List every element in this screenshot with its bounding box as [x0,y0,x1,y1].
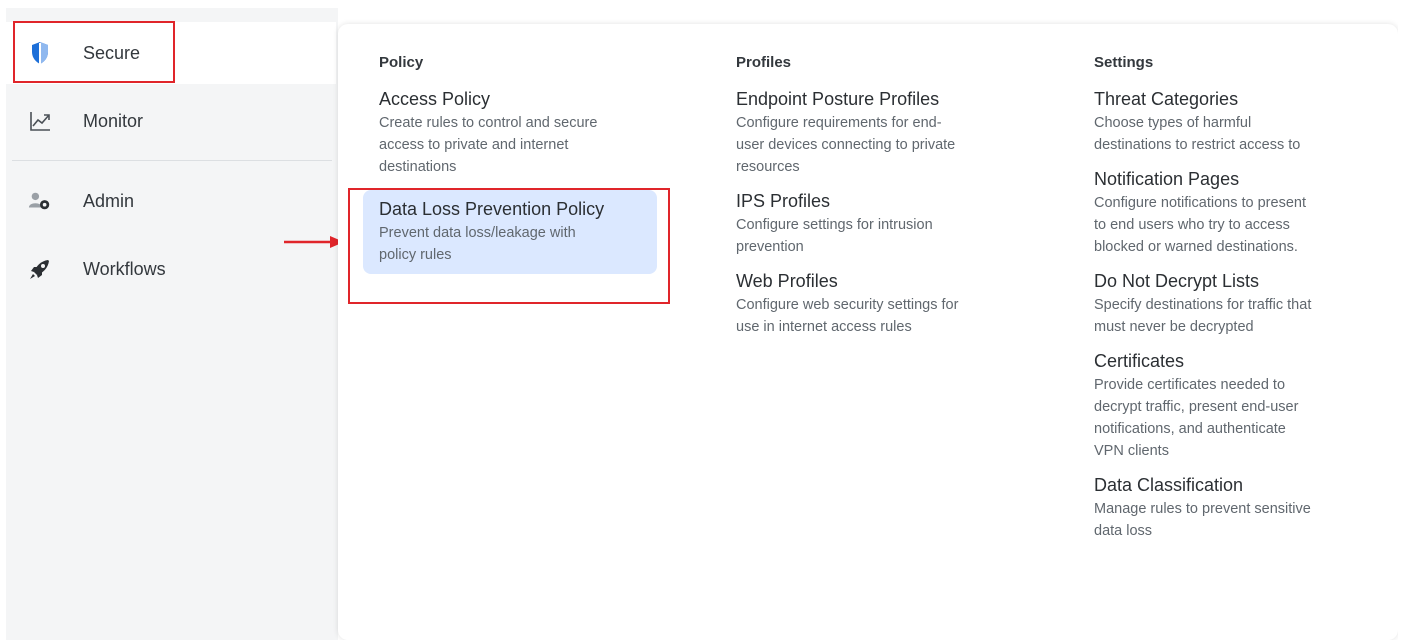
settings-heading: Settings [1094,54,1154,71]
entry-desc: Configure settings for intrusion prevent… [736,217,933,255]
entry-title: Data Classification [1094,475,1244,495]
sidebar-item-admin[interactable]: Admin [6,170,338,232]
notification-pages-link[interactable]: Notification Pages Configure notificatio… [1094,168,1384,258]
secure-menu-panel: Policy Access Policy Create rules to con… [338,24,1398,640]
do-not-decrypt-lists-link[interactable]: Do Not Decrypt Lists Specify destination… [1094,270,1384,338]
entry-title: Access Policy [379,89,491,109]
entry-title: IPS Profiles [736,191,831,211]
entry-desc: Configure web security settings for use … [736,297,959,335]
arrow-right-icon [284,236,344,248]
entry-desc: Choose types of harmful destinations to … [1094,115,1301,153]
ips-profiles-link[interactable]: IPS Profiles Configure settings for intr… [736,190,1046,258]
sidebar-divider [12,160,332,161]
entry-title: Certificates [1094,351,1185,371]
sidebar-item-label: Workflows [83,258,166,279]
settings-column: Settings Threat Categories Choose types … [1094,54,1384,554]
entry-title: Threat Categories [1094,89,1239,109]
policy-heading: Policy [379,54,424,71]
profiles-heading: Profiles [736,54,792,71]
threat-categories-link[interactable]: Threat Categories Choose types of harmfu… [1094,88,1384,156]
entry-desc: Configure requirements for end- user dev… [736,115,956,175]
entry-desc: Manage rules to prevent sensitive data l… [1094,501,1311,539]
certificates-link[interactable]: Certificates Provide certificates needed… [1094,350,1384,462]
sidebar-item-label: Admin [83,190,135,211]
admin-user-gear-icon [28,189,52,213]
entry-title: Web Profiles [736,271,838,291]
sidebar-item-label: Monitor [83,110,144,131]
access-policy-link[interactable]: Access Policy Create rules to control an… [379,88,679,178]
entry-desc: Create rules to control and secure acces… [379,115,598,175]
entry-desc: Configure notifications to present to en… [1094,195,1306,255]
sidebar-item-monitor[interactable]: Monitor [6,90,338,152]
profiles-column: Profiles Endpoint Posture Profiles Confi… [736,54,1046,350]
entry-title: Endpoint Posture Profiles [736,89,940,109]
rocket-icon [28,257,52,281]
chart-line-icon [28,109,52,133]
highlight-box-secure [13,21,175,83]
sidebar-nav: Secure Monitor Admin Workflows [6,8,338,640]
highlight-box-dlp [348,188,670,304]
entry-title: Do Not Decrypt Lists [1094,271,1260,291]
endpoint-posture-profiles-link[interactable]: Endpoint Posture Profiles Configure requ… [736,88,1046,178]
entry-desc: Specify destinations for traffic that mu… [1094,297,1312,335]
entry-title: Notification Pages [1094,169,1240,189]
entry-desc: Provide certificates needed to decrypt t… [1094,377,1299,459]
web-profiles-link[interactable]: Web Profiles Configure web security sett… [736,270,1046,338]
data-classification-link[interactable]: Data Classification Manage rules to prev… [1094,474,1384,542]
page-edge [1398,0,1404,640]
